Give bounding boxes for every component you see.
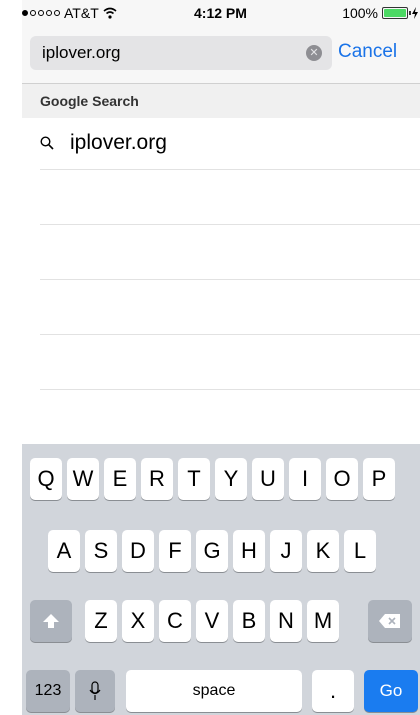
cancel-button[interactable]: Cancel <box>338 41 397 63</box>
keyboard: Q W E R T Y U I O P A S D F G H J K L Z … <box>22 444 420 715</box>
key-w[interactable]: W <box>67 458 99 500</box>
key-r[interactable]: R <box>141 458 173 500</box>
section-title: Google Search <box>40 93 139 109</box>
go-button[interactable]: Go <box>364 670 418 712</box>
empty-row <box>40 335 420 390</box>
screen: AT&T 4:12 PM 100% ✕ Cancel Google Search <box>22 0 420 715</box>
wifi-icon <box>103 7 117 19</box>
shift-icon <box>43 614 59 628</box>
empty-row <box>40 390 420 445</box>
backspace-key[interactable] <box>368 600 412 642</box>
key-l[interactable]: L <box>344 530 376 572</box>
key-j[interactable]: J <box>270 530 302 572</box>
key-h[interactable]: H <box>233 530 265 572</box>
key-m[interactable]: M <box>307 600 339 642</box>
search-icon <box>40 136 54 150</box>
key-n[interactable]: N <box>270 600 302 642</box>
key-k[interactable]: K <box>307 530 339 572</box>
key-e[interactable]: E <box>104 458 136 500</box>
key-period[interactable]: . <box>312 670 354 712</box>
key-d[interactable]: D <box>122 530 154 572</box>
address-field[interactable]: ✕ <box>30 36 332 70</box>
key-v[interactable]: V <box>196 600 228 642</box>
battery-percent: 100% <box>342 5 378 21</box>
signal-strength-icon <box>22 10 60 16</box>
empty-row <box>40 225 420 280</box>
status-bar: AT&T 4:12 PM 100% <box>22 0 420 28</box>
key-x[interactable]: X <box>122 600 154 642</box>
empty-row <box>40 280 420 335</box>
key-s[interactable]: S <box>85 530 117 572</box>
section-header: Google Search <box>22 84 420 118</box>
microphone-icon <box>89 681 101 700</box>
key-b[interactable]: B <box>233 600 265 642</box>
search-input[interactable] <box>42 42 282 64</box>
empty-row <box>40 170 420 225</box>
space-key[interactable]: space <box>126 670 302 712</box>
shift-key[interactable] <box>30 600 72 642</box>
suggestion-row[interactable]: iplover.org <box>40 118 420 170</box>
key-p[interactable]: P <box>363 458 395 500</box>
dictation-key[interactable] <box>75 670 115 712</box>
charging-icon <box>412 7 418 19</box>
key-c[interactable]: C <box>159 600 191 642</box>
search-header: ✕ Cancel <box>22 28 420 84</box>
key-f[interactable]: F <box>159 530 191 572</box>
carrier-name: AT&T <box>64 5 99 21</box>
battery-icon <box>382 7 411 19</box>
key-i[interactable]: I <box>289 458 321 500</box>
key-t[interactable]: T <box>178 458 210 500</box>
clock: 4:12 PM <box>194 5 247 21</box>
clear-icon[interactable]: ✕ <box>306 45 322 61</box>
key-a[interactable]: A <box>48 530 80 572</box>
key-q[interactable]: Q <box>30 458 62 500</box>
key-y[interactable]: Y <box>215 458 247 500</box>
key-o[interactable]: O <box>326 458 358 500</box>
battery: 100% <box>342 5 418 21</box>
backspace-icon <box>379 614 400 628</box>
key-g[interactable]: G <box>196 530 228 572</box>
key-z[interactable]: Z <box>85 600 117 642</box>
suggestion-label: iplover.org <box>70 131 167 154</box>
numbers-key[interactable]: 123 <box>26 670 70 712</box>
carrier: AT&T <box>22 5 117 21</box>
key-u[interactable]: U <box>252 458 284 500</box>
